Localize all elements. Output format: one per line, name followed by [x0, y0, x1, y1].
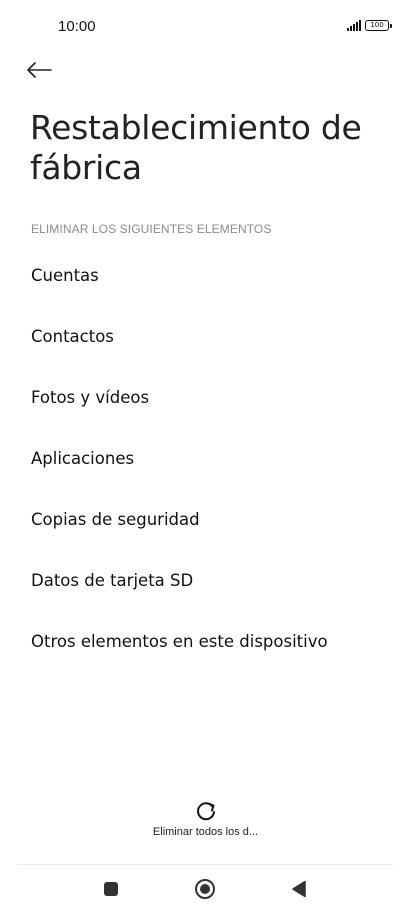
- list-item: Copias de seguridad: [31, 489, 391, 550]
- square-icon: [104, 882, 118, 896]
- erase-all-label: Eliminar todos los d...: [152, 826, 259, 838]
- list-item: Cuentas: [31, 245, 391, 306]
- triangle-back-icon: [292, 880, 306, 898]
- arrow-left-icon: [27, 62, 52, 78]
- list-item-label: Datos de tarjeta SD: [31, 571, 194, 590]
- erase-all-data-button[interactable]: Eliminar todos los d...: [0, 800, 411, 838]
- status-bar: 10:00 100: [0, 0, 411, 52]
- navigation-bar: [0, 870, 411, 908]
- list-item: Datos de tarjeta SD: [31, 550, 391, 611]
- list-item: Fotos y vídeos: [31, 367, 391, 428]
- list-item: Aplicaciones: [31, 428, 391, 489]
- items-list: Cuentas Contactos Fotos y vídeos Aplicac…: [31, 245, 391, 672]
- list-item-label: Otros elementos en este dispositivo: [31, 632, 328, 651]
- list-item-label: Copias de seguridad: [31, 510, 200, 529]
- battery-icon: 100: [365, 20, 392, 31]
- home-button[interactable]: [190, 876, 220, 902]
- list-item-label: Aplicaciones: [31, 449, 135, 468]
- section-header: ELIMINAR LOS SIGUIENTES ELEMENTOS: [31, 222, 272, 236]
- list-item-label: Cuentas: [31, 266, 99, 285]
- circle-icon: [195, 879, 215, 899]
- status-icons: 100: [347, 20, 392, 31]
- divider: [18, 864, 393, 865]
- list-item: Otros elementos en este dispositivo: [31, 611, 391, 672]
- list-item-label: Contactos: [31, 327, 114, 346]
- refresh-icon: [196, 802, 215, 821]
- signal-icon: [347, 20, 361, 31]
- system-back-button[interactable]: [284, 876, 314, 902]
- list-item-label: Fotos y vídeos: [31, 388, 150, 407]
- battery-level: 100: [370, 21, 384, 29]
- list-item: Contactos: [31, 306, 391, 367]
- page-title: Restablecimiento de fábrica: [30, 108, 362, 187]
- status-time: 10:00: [58, 18, 96, 35]
- back-button[interactable]: [26, 56, 58, 84]
- recents-button[interactable]: [96, 876, 126, 902]
